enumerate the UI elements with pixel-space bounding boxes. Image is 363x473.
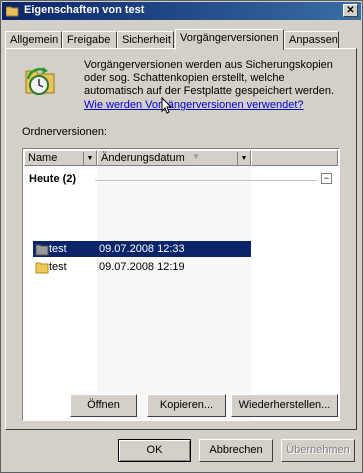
list-item[interactable]: test 09.07.2008 12:19: [33, 259, 259, 275]
description-text: Vorgängerversionen werden aus Sicherungs…: [84, 59, 356, 98]
close-icon: ✕: [346, 5, 355, 16]
description-line: Vorgängerversionen werden aus Sicherungs…: [84, 59, 333, 71]
dropdown-arrow-icon[interactable]: ▼: [237, 152, 250, 166]
tab-sicherheit[interactable]: Sicherheit: [117, 31, 174, 49]
item-name: test: [49, 261, 67, 273]
cancel-button[interactable]: Abbrechen: [199, 439, 273, 462]
title-bar[interactable]: Eigenschaften von test ✕: [2, 2, 361, 20]
collapse-icon[interactable]: −: [321, 173, 332, 184]
column-header-date[interactable]: Änderungsdatum ▼ ▼: [97, 150, 251, 166]
close-button[interactable]: ✕: [343, 4, 358, 17]
column-header-name[interactable]: Name ▼: [24, 150, 97, 166]
copy-button[interactable]: Kopieren...: [147, 394, 226, 417]
description-line: automatisch auf der Festplatte gespeiche…: [84, 85, 335, 97]
folder-icon: [35, 244, 49, 256]
ok-button[interactable]: OK: [118, 439, 191, 462]
item-name: test: [49, 243, 67, 255]
tab-anpassen[interactable]: Anpassen: [284, 31, 339, 49]
item-date: 09.07.2008 12:33: [99, 243, 185, 255]
column-label: Änderungsdatum: [101, 152, 185, 164]
restore-button[interactable]: Wiederherstellen...: [231, 394, 338, 417]
tab-vorgaengerversionen[interactable]: Vorgängerversionen: [175, 29, 284, 50]
column-label: Name: [28, 152, 58, 164]
folder-icon: [35, 262, 49, 274]
properties-window: Eigenschaften von test ✕ Allgemein Freig…: [0, 0, 363, 473]
group-divider: [95, 180, 317, 181]
apply-button: Übernehmen: [281, 439, 355, 462]
previous-versions-icon: [25, 67, 55, 95]
tab-allgemein[interactable]: Allgemein: [5, 31, 62, 49]
window-title: Eigenschaften von test: [24, 4, 145, 16]
list-item[interactable]: test 09.07.2008 12:33: [33, 241, 259, 257]
dropdown-arrow-icon[interactable]: ▼: [83, 152, 96, 166]
column-header-filler: [251, 150, 338, 166]
sort-arrow-icon: ▼: [192, 152, 200, 161]
help-link[interactable]: Wie werden Vorgängerversionen verwendet?: [84, 99, 304, 111]
item-date: 09.07.2008 12:19: [99, 261, 185, 273]
mouse-cursor-icon: [161, 97, 173, 114]
sorted-column-shade: [97, 166, 251, 420]
versions-label: Ordnerversionen:: [22, 126, 107, 138]
versions-list[interactable]: Name ▼ Änderungsdatum ▼ ▼ Heute (2) − te…: [22, 148, 340, 421]
open-button[interactable]: Öffnen: [70, 394, 137, 417]
tab-freigabe[interactable]: Freigabe: [62, 31, 117, 49]
tab-panel: Vorgängerversionen werden aus Sicherungs…: [5, 48, 357, 430]
description-line: oder sog. Schattenkopien erstellt, welch…: [84, 72, 285, 84]
folder-icon: [6, 6, 19, 17]
group-header[interactable]: Heute (2): [29, 173, 76, 185]
